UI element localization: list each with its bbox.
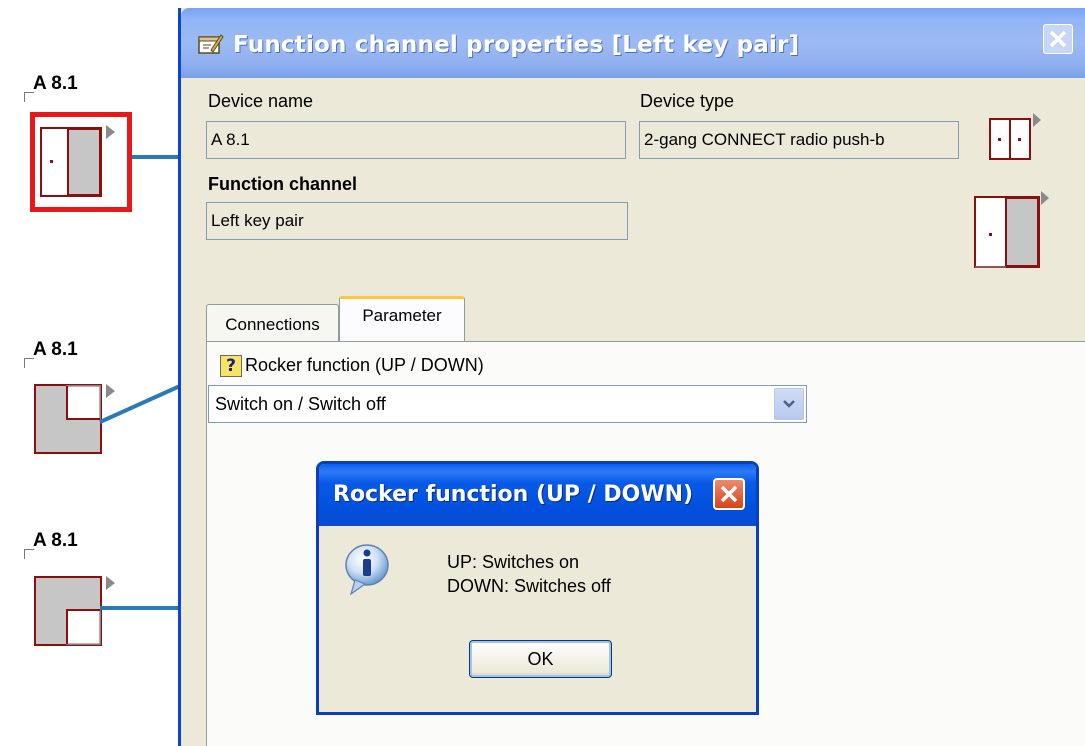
device-type-label: Device type: [640, 91, 735, 111]
device-label: A 8.1: [33, 530, 78, 551]
window-titlebar[interactable]: Function channel properties [Left key pa…: [181, 8, 1085, 78]
device-label: A 8.1: [33, 73, 78, 94]
dropdown-button[interactable]: [774, 388, 804, 420]
left-key-pair-device-icon: [974, 191, 1049, 268]
tab-connections[interactable]: Connections: [206, 304, 339, 344]
device-name-field[interactable]: A 8.1: [206, 121, 626, 159]
rocker-function-select[interactable]: Switch on / Switch off: [208, 385, 807, 423]
message-box-close-button[interactable]: [713, 478, 745, 510]
close-icon: [720, 485, 738, 503]
screen: A 8.1 A 8.1 A 8.1 Function channel prope…: [0, 0, 1085, 746]
device-name-label: Device name: [208, 91, 314, 111]
chevron-down-icon: [783, 400, 795, 408]
message-box-titlebar[interactable]: Rocker function (UP / DOWN): [319, 464, 756, 526]
rocker-function-message-box: Rocker function (UP / DOWN) UP: Switches…: [316, 461, 759, 715]
two-gang-device-icon: [989, 113, 1041, 160]
function-channel-label: Function channel: [208, 174, 358, 194]
connection-wire: [99, 384, 181, 424]
rocker-function-label: Rocker function (UP / DOWN): [245, 355, 484, 375]
output-arrow-icon: [106, 576, 115, 590]
close-icon: [1049, 30, 1067, 48]
properties-icon: [198, 34, 224, 54]
device-type-field[interactable]: 2-gang CONNECT radio push-b: [639, 121, 959, 159]
window-close-button[interactable]: [1043, 24, 1073, 54]
push-button-left-key-icon: [40, 127, 102, 197]
message-line-down: DOWN: Switches off: [447, 576, 611, 596]
ok-button[interactable]: OK: [469, 640, 612, 678]
message-box-title: Rocker function (UP / DOWN): [333, 482, 694, 507]
output-arrow-icon: [106, 125, 115, 139]
push-button-lower-key-icon: [34, 576, 102, 646]
connection-wire: [100, 606, 180, 610]
window-title: Function channel properties [Left key pa…: [233, 32, 800, 58]
message-line-up: UP: Switches on: [447, 552, 580, 572]
connection-wire: [132, 155, 180, 159]
help-icon[interactable]: ?: [220, 355, 242, 377]
push-button-upper-key-icon: [34, 384, 102, 454]
function-channel-field[interactable]: Left key pair: [206, 202, 628, 240]
device-label: A 8.1: [33, 339, 78, 360]
tab-parameter[interactable]: Parameter: [339, 296, 465, 342]
rocker-function-selected-value: Switch on / Switch off: [215, 394, 386, 414]
info-icon: [345, 544, 389, 596]
